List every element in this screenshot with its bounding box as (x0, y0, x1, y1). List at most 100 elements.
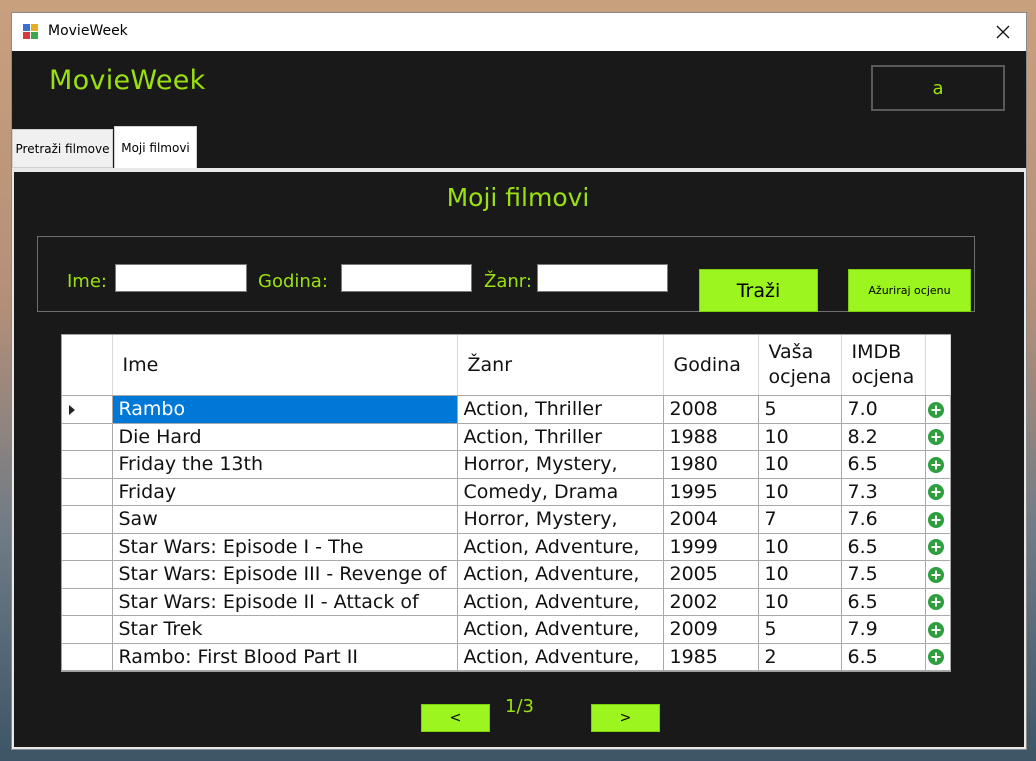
cell-action[interactable] (925, 423, 951, 451)
cell-action[interactable] (925, 478, 951, 506)
add-circle-icon[interactable] (927, 621, 944, 638)
column-header-name[interactable]: Ime (112, 335, 458, 396)
cell-imdb-rating[interactable]: 8.2 (841, 423, 926, 451)
cell-imdb-rating[interactable]: 6.5 (841, 643, 926, 671)
prev-page-button[interactable]: < (421, 704, 490, 732)
cell-genre[interactable]: Action, Adventure, (457, 643, 664, 671)
tab-search-movies[interactable]: Pretraži filmove (12, 129, 113, 168)
cell-genre[interactable]: Action, Adventure, (457, 560, 664, 589)
cell-genre[interactable]: Action, Thriller (457, 395, 664, 424)
cell-action[interactable] (925, 643, 951, 671)
cell-year[interactable]: 2009 (663, 615, 759, 644)
table-row[interactable]: Star Wars: Episode I - The Action, Advent… (62, 533, 951, 561)
cell-your-rating[interactable]: 2 (758, 643, 842, 671)
name-input[interactable] (115, 264, 247, 292)
search-button[interactable]: Traži (699, 269, 818, 312)
year-input[interactable] (341, 264, 472, 292)
tab-my-movies[interactable]: Moji filmovi (114, 126, 197, 169)
row-header[interactable] (62, 533, 113, 561)
cell-name[interactable]: Rambo (112, 395, 458, 424)
cell-imdb-rating[interactable]: 6.5 (841, 533, 926, 561)
cell-action[interactable] (925, 615, 951, 644)
cell-year[interactable]: 1988 (663, 423, 759, 451)
cell-your-rating[interactable]: 5 (758, 615, 842, 644)
cell-name[interactable]: Star Wars: Episode II - Attack of (112, 588, 458, 616)
table-row[interactable]: Star Wars: Episode II - Attack of Action,… (62, 588, 951, 616)
add-circle-icon[interactable] (927, 649, 944, 666)
cell-your-rating[interactable]: 5 (758, 395, 842, 424)
row-header[interactable] (62, 505, 113, 534)
cell-year[interactable]: 1985 (663, 643, 759, 671)
row-header[interactable] (62, 615, 113, 644)
cell-action[interactable] (925, 588, 951, 616)
movies-table[interactable]: Ime Žanr Godina Vaša ocjena IMDB ocjena … (61, 334, 951, 672)
cell-name[interactable]: Friday (112, 478, 458, 506)
cell-your-rating[interactable]: 7 (758, 505, 842, 534)
cell-your-rating[interactable]: 10 (758, 450, 842, 479)
cell-action[interactable] (925, 450, 951, 479)
user-button[interactable]: a (871, 65, 1005, 111)
cell-imdb-rating[interactable]: 7.0 (841, 395, 926, 424)
cell-imdb-rating[interactable]: 7.6 (841, 505, 926, 534)
cell-imdb-rating[interactable]: 7.3 (841, 478, 926, 506)
cell-your-rating[interactable]: 10 (758, 423, 842, 451)
row-header[interactable] (62, 643, 113, 671)
column-header-your-rating[interactable]: Vaša ocjena (758, 335, 842, 396)
add-circle-icon[interactable] (927, 456, 944, 473)
cell-your-rating[interactable]: 10 (758, 478, 842, 506)
cell-imdb-rating[interactable]: 6.5 (841, 450, 926, 479)
row-header[interactable] (62, 450, 113, 479)
cell-imdb-rating[interactable]: 7.9 (841, 615, 926, 644)
cell-name[interactable]: Star Trek (112, 615, 458, 644)
cell-your-rating[interactable]: 10 (758, 533, 842, 561)
cell-action[interactable] (925, 533, 951, 561)
cell-genre[interactable]: Action, Thriller (457, 423, 664, 451)
row-header[interactable] (62, 423, 113, 451)
close-button[interactable] (980, 13, 1026, 51)
add-circle-icon[interactable] (927, 539, 944, 556)
cell-your-rating[interactable]: 10 (758, 588, 842, 616)
cell-name[interactable]: Friday the 13th (112, 450, 458, 479)
cell-year[interactable]: 1999 (663, 533, 759, 561)
cell-name[interactable]: Die Hard (112, 423, 458, 451)
table-row[interactable]: Friday Comedy, Drama 1995 10 7.3 (62, 478, 951, 506)
add-circle-icon[interactable] (927, 401, 944, 418)
table-row[interactable]: Saw Horror, Mystery, 2004 7 7.6 (62, 505, 951, 534)
add-circle-icon[interactable] (927, 511, 944, 528)
column-header-imdb-rating[interactable]: IMDB ocjena (841, 335, 926, 396)
cell-genre[interactable]: Action, Adventure, (457, 615, 664, 644)
cell-name[interactable]: Rambo: First Blood Part II (112, 643, 458, 671)
column-header-year[interactable]: Godina (663, 335, 759, 396)
next-page-button[interactable]: > (591, 704, 660, 732)
genre-input[interactable] (537, 264, 668, 292)
table-row[interactable]: Rambo Action, Thriller 2008 5 7.0 (62, 395, 951, 424)
row-header[interactable] (62, 560, 113, 589)
cell-imdb-rating[interactable]: 6.5 (841, 588, 926, 616)
cell-genre[interactable]: Horror, Mystery, (457, 505, 664, 534)
cell-name[interactable]: Star Wars: Episode I - The (112, 533, 458, 561)
cell-year[interactable]: 2008 (663, 395, 759, 424)
cell-action[interactable] (925, 505, 951, 534)
row-header[interactable] (62, 588, 113, 616)
cell-your-rating[interactable]: 10 (758, 560, 842, 589)
cell-genre[interactable]: Horror, Mystery, (457, 450, 664, 479)
cell-year[interactable]: 2002 (663, 588, 759, 616)
table-row[interactable]: Rambo: First Blood Part II Action, Advent… (62, 643, 951, 671)
update-rating-button[interactable]: Ažuriraj ocjenu (848, 269, 971, 312)
table-row[interactable]: Friday the 13th Horror, Mystery, 1980 10 6.5 (62, 450, 951, 479)
cell-year[interactable]: 2005 (663, 560, 759, 589)
row-header[interactable] (62, 395, 113, 424)
add-circle-icon[interactable] (927, 594, 944, 611)
cell-imdb-rating[interactable]: 7.5 (841, 560, 926, 589)
cell-genre[interactable]: Comedy, Drama (457, 478, 664, 506)
cell-name[interactable]: Saw (112, 505, 458, 534)
cell-year[interactable]: 1980 (663, 450, 759, 479)
add-circle-icon[interactable] (927, 566, 944, 583)
add-circle-icon[interactable] (927, 429, 944, 446)
cell-genre[interactable]: Action, Adventure, (457, 588, 664, 616)
cell-name[interactable]: Star Wars: Episode III - Revenge of (112, 560, 458, 589)
cell-action[interactable] (925, 395, 951, 424)
row-header[interactable] (62, 478, 113, 506)
table-row[interactable]: Star Trek Action, Adventure, 2009 5 7.9 (62, 615, 951, 644)
add-circle-icon[interactable] (927, 484, 944, 501)
